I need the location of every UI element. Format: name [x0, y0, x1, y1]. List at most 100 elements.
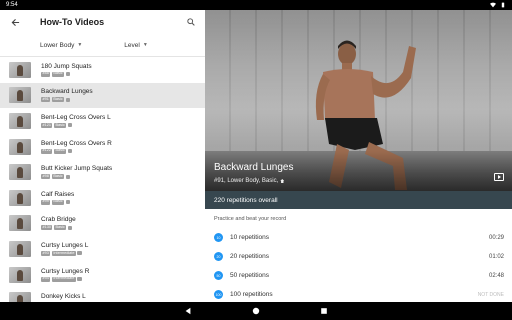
chevron-down-icon: ▼ [77, 42, 83, 48]
exercise-name: Backward Lunges [41, 88, 93, 96]
video-thumbnail [9, 87, 31, 104]
record-label: 50 repetitions [230, 272, 270, 279]
repetition-badge: 50 [214, 271, 223, 280]
exercise-tag: #122 [41, 148, 53, 154]
exercise-name: Crab Bridge [41, 216, 76, 224]
exercise-name: Curtsy Lunges R [41, 267, 90, 275]
video-list-panel: How-To Videos Lower Body ▼ Level ▼ 180 Jump… [0, 10, 205, 302]
video-thumbnail [9, 61, 31, 78]
chevron-down-icon: ▼ [142, 42, 148, 48]
exercise-tag: Basic [53, 224, 67, 231]
exercise-title: Backward Lunges [214, 162, 294, 173]
practice-heading: Practice and beat your record [205, 209, 512, 228]
exercise-tag: Intermediate [51, 250, 76, 256]
video-thumbnail [9, 292, 31, 302]
status-time: 9:54 [6, 2, 18, 8]
video-play-icon[interactable] [494, 173, 504, 181]
exercise-tag: #99 [41, 199, 51, 205]
level-icon [67, 225, 73, 230]
total-repetitions: 220 repetitions overall [214, 196, 278, 204]
exercise-name: Curtsy Lunges L [41, 241, 89, 249]
list-item[interactable]: Donkey Kicks L#95Basic [0, 287, 205, 302]
exercise-tag: Basic [53, 148, 67, 154]
repetition-badge: 20 [214, 252, 223, 261]
total-repetitions-bar: 220 repetitions overall [205, 191, 512, 209]
record-row[interactable]: 20 20 repetitions 01:02 [205, 247, 512, 266]
exercise-name: 180 Jump Squats [41, 62, 92, 70]
level-icon [65, 72, 71, 77]
home-nav-icon[interactable] [251, 306, 261, 316]
list-item[interactable]: Curtsy Lunges L #93 Intermediate [0, 236, 205, 262]
exercise-name: Calf Raises [41, 190, 75, 198]
list-item[interactable]: Backward Lunges #91 Basic [0, 82, 205, 109]
exercise-tag: #93 [41, 250, 51, 256]
status-bar: 9:54 [0, 0, 512, 10]
page-title: How-To Videos [40, 17, 105, 27]
record-duration: NOT DONE [477, 291, 504, 298]
wifi-icon [490, 2, 496, 8]
filter-dropdown[interactable]: Level ▼ [124, 42, 148, 49]
filter-label: Level [124, 41, 140, 49]
exercise-tag: Basic [51, 71, 65, 77]
exercise-tag: Basic [53, 122, 67, 128]
list-item[interactable]: Curtsy Lunges R #94 Intermediate [0, 262, 205, 288]
repetition-badge: 100 [214, 290, 223, 299]
record-label: 100 repetitions [230, 291, 273, 298]
exercise-tag: #130 [41, 224, 53, 231]
back-nav-icon[interactable] [183, 306, 193, 316]
exercise-subtitle: #91, Lower Body, Basic, [214, 178, 285, 184]
record-label: 10 repetitions [230, 234, 270, 241]
battery-icon [501, 2, 505, 8]
level-icon [65, 200, 71, 205]
record-row[interactable]: 100 100 repetitions NOT DONE [205, 285, 512, 302]
record-row[interactable]: 10 10 repetitions 00:29 [205, 228, 512, 247]
video-thumbnail [9, 138, 31, 155]
list-item[interactable]: Butt Kicker Jump Squats #98 Basic [0, 159, 205, 185]
video-thumbnail [9, 189, 31, 206]
video-thumbnail [9, 215, 31, 232]
exercise-name: Donkey Kicks L [41, 293, 86, 301]
app-bar: How-To Videos [0, 10, 205, 34]
video-thumbnail [9, 112, 31, 129]
list-item[interactable]: Bent-Leg Cross Overs L #121 Basic [0, 108, 205, 134]
filter-dropdown[interactable]: Lower Body ▼ [40, 42, 82, 49]
video-thumbnail [9, 164, 31, 181]
search-icon[interactable] [185, 16, 197, 28]
record-label: 20 repetitions [230, 253, 270, 260]
level-icon [65, 174, 71, 179]
video-detail-panel: Backward Lunges #91, Lower Body, Basic, … [205, 10, 512, 302]
video-thumbnail [9, 266, 31, 283]
exercise-tag: #91 [41, 96, 51, 103]
exercise-name: Butt Kicker Jump Squats [41, 165, 113, 173]
arrow-back-icon[interactable] [8, 15, 22, 29]
list-item[interactable]: Calf Raises #99 Basic [0, 185, 205, 211]
record-row[interactable]: 50 50 repetitions 02:48 [205, 266, 512, 285]
level-icon [65, 97, 71, 102]
level-icon [67, 123, 73, 128]
record-duration: 02:48 [488, 272, 504, 279]
exercise-tag: #88 [41, 71, 51, 77]
list-item[interactable]: Crab Bridge #130 Basic [0, 211, 205, 237]
exercise-list: 180 Jump Squats #88 Basic Backward Lunges #9… [0, 57, 205, 302]
exercise-tag: Intermediate [51, 276, 76, 282]
exercise-tag: Basic [51, 96, 65, 103]
exercise-tag: #98 [41, 173, 51, 180]
exercise-tag: #94 [41, 276, 51, 282]
level-icon [77, 251, 82, 256]
repetition-badge: 10 [214, 233, 223, 242]
records-list: 10 10 repetitions 00:29 20 20 repetitions 01:… [205, 228, 512, 302]
practice-label: Practice and beat your record [214, 215, 287, 222]
list-item[interactable]: 180 Jump Squats #88 Basic [0, 57, 205, 83]
video-player[interactable]: Backward Lunges #91, Lower Body, Basic, [205, 10, 512, 191]
record-duration: 00:29 [488, 234, 504, 241]
record-duration: 01:02 [488, 253, 504, 260]
filter-label: Lower Body [40, 41, 75, 49]
exercise-tag: Basic [51, 199, 65, 205]
system-nav-bar [0, 302, 512, 320]
recents-nav-icon[interactable] [319, 306, 329, 316]
exercise-name: Bent-Leg Cross Overs L [41, 113, 111, 121]
list-item[interactable]: Bent-Leg Cross Overs R #122 Basic [0, 134, 205, 160]
video-thumbnail [9, 240, 31, 257]
exercise-tag: Basic [51, 173, 65, 180]
exercise-subtitle-text: #91, Lower Body, Basic, [214, 178, 279, 184]
